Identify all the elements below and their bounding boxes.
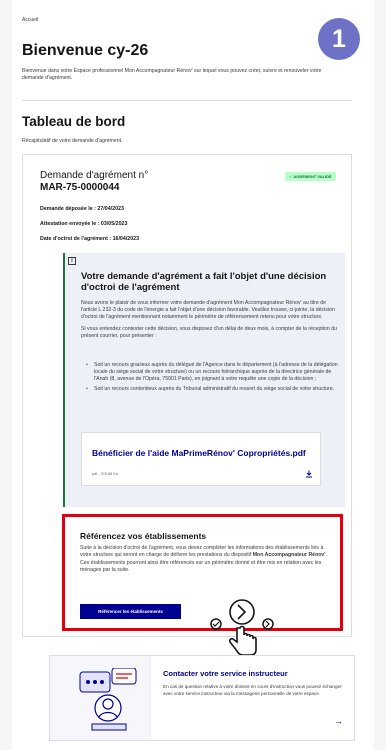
file-download-card[interactable] <box>81 432 321 486</box>
info-icon: i <box>68 257 76 265</box>
divider <box>22 100 352 101</box>
program-name: Mon Accompagnateur Rénov' <box>252 552 326 559</box>
download-icon[interactable] <box>305 470 313 480</box>
list-item: Soit un recours contentieux auprès du Tr… <box>86 386 338 393</box>
decision-paragraph-2: Si vous entendez contester cette décisio… <box>81 325 337 339</box>
granted-date: Date d'octroi de l'agrément : 16/04/2023 <box>40 236 140 242</box>
request-title-line1: Demande d'agrément n° <box>40 170 149 181</box>
file-title-link[interactable]: Bénéficier de l'aide MaPrimeRénov' Copro… <box>92 448 306 458</box>
request-number: MAR-75-0000044 <box>40 182 120 193</box>
page-intro: Bienvenue dans votre Espace professionne… <box>22 68 322 81</box>
decision-text: Nous avons le plaisir de vous informer v… <box>81 300 339 340</box>
reference-establishments-button[interactable]: Référencer les établissements <box>80 604 181 619</box>
status-badge: ✓ AGRÉMENT VALIDÉ <box>285 172 336 181</box>
list-item: Soit un recours gracieux auprès du délég… <box>86 362 338 384</box>
decision-paragraph-1: Nous avons le plaisir de vous informer v… <box>81 300 335 321</box>
filed-date: Demande déposée le : 27/04/2023 <box>40 206 124 212</box>
step-number-badge: 1 <box>318 18 360 60</box>
arrow-right-icon[interactable]: → <box>334 716 343 726</box>
decision-title: Votre demande d'agrément a fait l'objet … <box>81 271 327 293</box>
certificate-date: Attestation envoyée le : 03/05/2023 <box>40 221 128 227</box>
page-title: Bienvenue cy-26 <box>22 42 149 59</box>
dashboard-subtitle: Récapitulatif de votre demande d'agrémen… <box>22 138 123 144</box>
establishments-title: Référencez vos établissements <box>80 531 207 541</box>
contact-divider <box>150 656 151 740</box>
request-title: Demande d'agrément n° MAR-75-0000044 <box>40 170 148 194</box>
contact-title[interactable]: Contacter votre service instructeur <box>163 669 288 678</box>
establishments-text: Suite à la décision d'octroi de l'agréme… <box>80 545 335 575</box>
contact-text: En cas de question relative à votre doss… <box>163 684 342 696</box>
chat-support-icon <box>78 667 140 739</box>
file-meta: pdf - 378,88 Ko <box>92 472 118 476</box>
breadcrumb[interactable]: Accueil <box>22 17 38 23</box>
dashboard-title: Tableau de bord <box>22 114 126 129</box>
appeal-options-list: Soit un recours gracieux auprès du délég… <box>86 362 338 395</box>
status-badge-label: AGRÉMENT VALIDÉ <box>293 174 332 179</box>
